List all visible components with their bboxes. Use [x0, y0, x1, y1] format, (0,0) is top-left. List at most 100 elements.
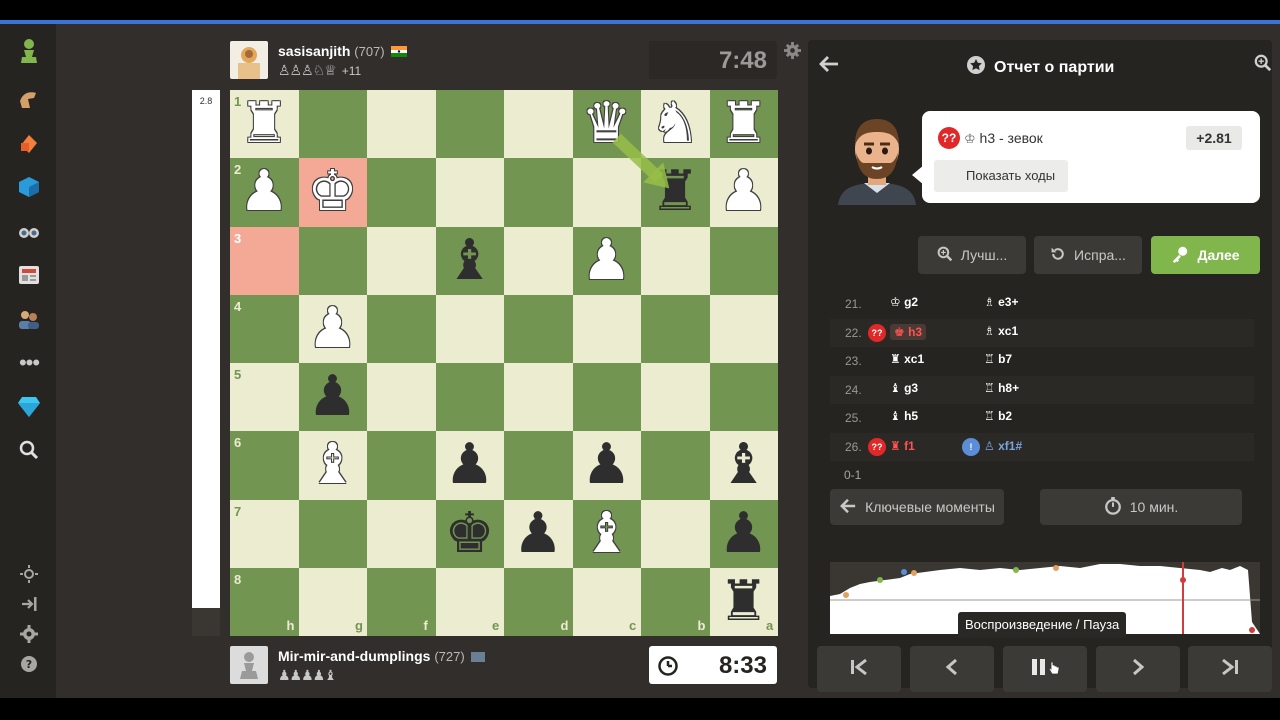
black-move[interactable]: ♖ h8+ [984, 381, 1019, 395]
square-f6[interactable] [367, 431, 436, 500]
pawn-logo-icon[interactable] [16, 38, 42, 64]
move-row[interactable]: 23. ♜ xc1 ♖ b7 [830, 347, 1254, 375]
move-row[interactable]: 24. ♝ g3 ♖ h8+ [830, 375, 1254, 404]
square-e2[interactable] [435, 158, 504, 227]
white-move[interactable]: ♜ xc1 [890, 352, 924, 366]
white-move[interactable]: ?? ♜ f1 [868, 437, 915, 456]
square-c5[interactable] [572, 363, 641, 432]
square-b4[interactable] [641, 294, 710, 363]
black-pawn-c6[interactable]: ♟ [573, 431, 641, 499]
square-b6[interactable] [641, 431, 710, 500]
analysis-search-icon[interactable] [1254, 54, 1272, 77]
white-pawn-g4[interactable]: ♟ [299, 295, 367, 363]
avatar[interactable] [230, 646, 268, 684]
white-move[interactable]: ♔ g2 [890, 295, 918, 309]
news-icon[interactable] [16, 262, 42, 288]
sun-icon[interactable] [19, 564, 39, 584]
square-e1[interactable] [435, 90, 504, 159]
black-rook-b2[interactable]: ♜ [641, 158, 709, 226]
move-row[interactable]: 22.?? ♚ h3 ♗ xc1 [830, 318, 1254, 347]
square-e5[interactable] [435, 363, 504, 432]
square-a5[interactable] [709, 363, 778, 432]
black-pawn-g5[interactable]: ♟ [299, 363, 367, 431]
search-icon[interactable] [16, 437, 42, 463]
show-moves-button[interactable]: Показать ходы [934, 160, 1068, 192]
square-d6[interactable] [504, 431, 573, 500]
settings-icon[interactable] [19, 624, 39, 644]
move-row[interactable]: 21. ♔ g2 ♗ e3+ [830, 290, 1254, 318]
black-move[interactable]: ♖ b2 [984, 409, 1012, 423]
square-f1[interactable] [367, 90, 436, 159]
square-d3[interactable] [504, 226, 573, 295]
key-moments-button[interactable]: Ключевые моменты [830, 489, 1004, 525]
puzzle-hand-icon[interactable] [16, 86, 42, 112]
player-name[interactable]: Mir-mir-and-dumplings (727) [278, 648, 485, 665]
player-name[interactable]: sasisanjith (707) [278, 43, 407, 60]
next-button[interactable]: Далее [1151, 236, 1260, 274]
black-move[interactable]: ♖ b7 [984, 352, 1012, 366]
best-move-button[interactable]: Лучш... [918, 236, 1026, 274]
previous-move-button[interactable] [910, 646, 994, 692]
square-b3[interactable] [641, 226, 710, 295]
square-d1[interactable] [504, 90, 573, 159]
black-pawn-e6[interactable]: ♟ [436, 431, 504, 499]
white-move[interactable]: ♝ g3 [890, 381, 918, 395]
square-b7[interactable] [641, 499, 710, 568]
white-bishop-g6[interactable]: ♝ [299, 431, 367, 499]
white-pawn-a2[interactable]: ♟ [710, 158, 778, 226]
square-d4[interactable] [504, 294, 573, 363]
square-a4[interactable] [709, 294, 778, 363]
white-rook-a1[interactable]: ♜ [710, 90, 778, 158]
first-move-button[interactable] [817, 646, 901, 692]
diamond-icon[interactable] [16, 394, 42, 420]
square-c2[interactable] [572, 158, 641, 227]
back-arrow-icon[interactable] [818, 53, 842, 77]
social-icon[interactable] [16, 306, 42, 332]
board-settings-icon[interactable] [784, 42, 802, 60]
square-e4[interactable] [435, 294, 504, 363]
square-f7[interactable] [367, 499, 436, 568]
chess-board[interactable]: 1 2 3 4 5 6 7 8 h g f e d c b a ♜ ♛ ♞ ♜ ♟ ♚ ♜ ♟ ♝ ♟ ♟ ♟ ♝ ♟ ♟ ♝ ♚ ♟ ♝ ♟ ♜ [230, 90, 778, 636]
square-f3[interactable] [367, 226, 436, 295]
move-row[interactable]: 26.?? ♜ f1! ♙ xf1# [830, 432, 1254, 461]
square-f4[interactable] [367, 294, 436, 363]
black-king-e7[interactable]: ♚ [436, 500, 504, 568]
black-pawn-a7[interactable]: ♟ [710, 500, 778, 568]
white-king-g2[interactable]: ♚ [299, 158, 367, 226]
time-control-button[interactable]: 10 мин. [1040, 489, 1242, 525]
learn-cube-icon[interactable] [16, 174, 42, 200]
more-icon[interactable]: ••• [16, 350, 42, 376]
square-g3[interactable] [298, 226, 367, 295]
square-c4[interactable] [572, 294, 641, 363]
black-bishop-e3[interactable]: ♝ [436, 227, 504, 295]
retry-button[interactable]: Испра... [1034, 236, 1142, 274]
binoculars-icon[interactable] [16, 218, 42, 244]
white-bishop-c7[interactable]: ♝ [573, 500, 641, 568]
white-knight-b1[interactable]: ♞ [641, 90, 709, 158]
square-f2[interactable] [367, 158, 436, 227]
square-d5[interactable] [504, 363, 573, 432]
last-move-button[interactable] [1188, 646, 1272, 692]
white-rook-h1[interactable]: ♜ [230, 90, 298, 158]
black-rook-a8[interactable]: ♜ [710, 568, 778, 636]
white-move[interactable]: ?? ♚ h3 [868, 323, 927, 342]
black-move[interactable]: ! ♙ xf1# [962, 437, 1022, 456]
avatar[interactable] [230, 41, 268, 79]
white-pawn-h2[interactable]: ♟ [230, 158, 298, 226]
square-f5[interactable] [367, 363, 436, 432]
square-b5[interactable] [641, 363, 710, 432]
black-move[interactable]: ♗ xc1 [984, 324, 1018, 338]
help-icon[interactable]: ? [19, 654, 39, 674]
black-pawn-d7[interactable]: ♟ [504, 500, 572, 568]
white-move[interactable]: ♝ h5 [890, 409, 918, 423]
square-a3[interactable] [709, 226, 778, 295]
lessons-icon[interactable] [16, 130, 42, 156]
play-pause-button[interactable] [1003, 646, 1087, 692]
black-move[interactable]: ♗ e3+ [984, 295, 1018, 309]
white-pawn-c3[interactable]: ♟ [573, 227, 641, 295]
black-bishop-a6[interactable]: ♝ [710, 431, 778, 499]
square-d2[interactable] [504, 158, 573, 227]
square-g7[interactable] [298, 499, 367, 568]
white-queen-c1[interactable]: ♛ [573, 90, 641, 158]
next-move-button[interactable] [1096, 646, 1180, 692]
